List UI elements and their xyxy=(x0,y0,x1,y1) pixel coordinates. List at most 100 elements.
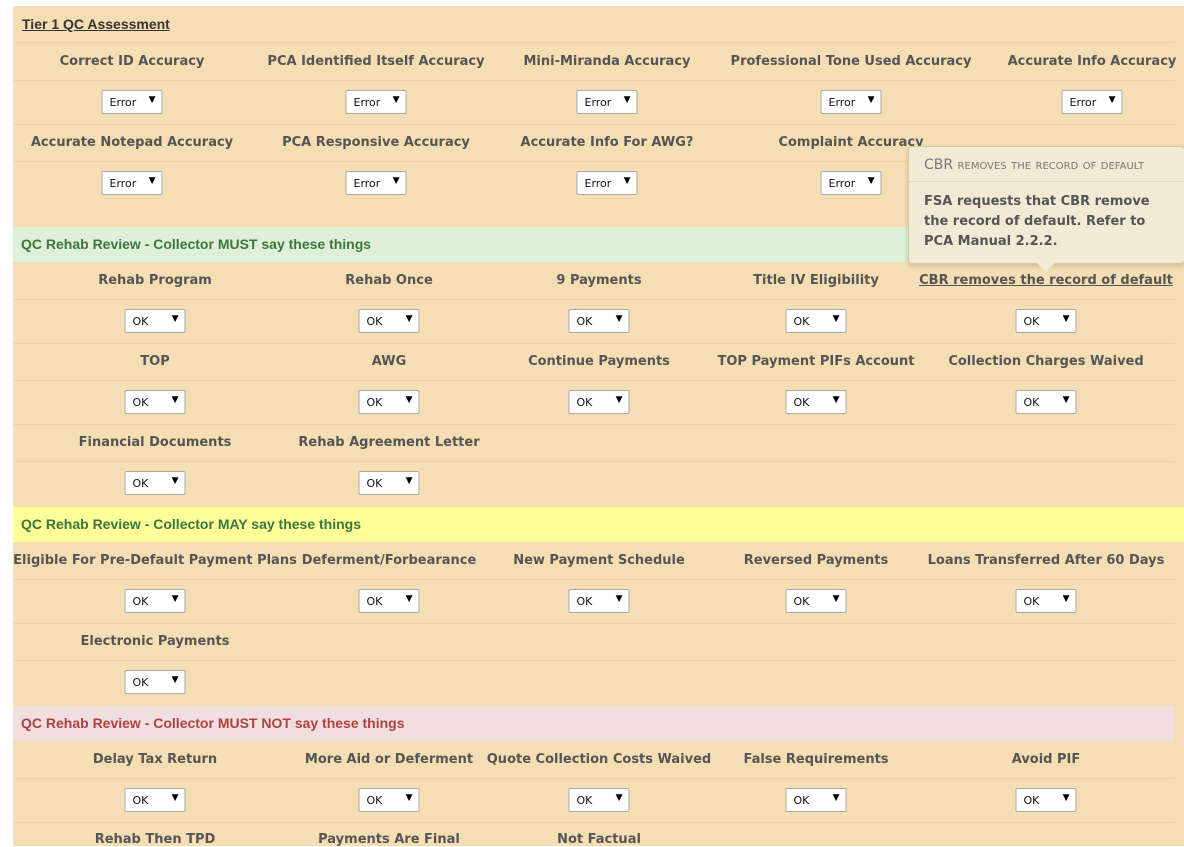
select-loans-transferred[interactable]: OK ▼ xyxy=(1015,589,1077,613)
section-header-may: QC Rehab Review - Collector MAY say thes… xyxy=(13,507,1184,542)
select-value: OK xyxy=(366,395,383,409)
label-rehab-then-tpd: Rehab Then TPD xyxy=(94,832,216,847)
select-value: OK xyxy=(132,314,149,328)
label-accurate-notepad: Accurate Notepad Accuracy xyxy=(30,135,234,150)
label-delay-tax-return: Delay Tax Return xyxy=(92,752,218,767)
caret-down-icon: ▼ xyxy=(405,314,413,324)
select-financial-documents[interactable]: OK ▼ xyxy=(124,471,186,495)
tier1-title: Tier 1 QC Assessment xyxy=(22,16,170,32)
caret-down-icon: ▼ xyxy=(405,594,413,604)
select-rehab-program[interactable]: OK ▼ xyxy=(124,309,186,333)
select-professional-tone[interactable]: Error ▼ xyxy=(820,90,882,114)
select-title-iv[interactable]: OK ▼ xyxy=(785,309,847,333)
select-awg[interactable]: OK ▼ xyxy=(358,390,420,414)
select-value: OK xyxy=(576,314,593,328)
caret-down-icon: ▼ xyxy=(148,95,156,105)
cbr-popover: CBR removes the record of default FSA re… xyxy=(908,146,1184,272)
label-top-payment-pif: TOP Payment PIFs Account xyxy=(717,354,915,369)
select-value: Error xyxy=(828,95,856,109)
select-false-requirements[interactable]: OK ▼ xyxy=(785,788,847,812)
select-top-payment-pif[interactable]: OK ▼ xyxy=(785,390,847,414)
select-rehab-once[interactable]: OK ▼ xyxy=(358,309,420,333)
label-top: TOP xyxy=(140,354,170,369)
divider xyxy=(13,380,1174,381)
caret-down-icon: ▼ xyxy=(405,476,413,486)
select-reversed-payments[interactable]: OK ▼ xyxy=(785,589,847,613)
label-correct-id: Correct ID Accuracy xyxy=(59,54,205,69)
select-deferment-forbearance[interactable]: OK ▼ xyxy=(358,589,420,613)
caret-down-icon: ▼ xyxy=(392,176,400,186)
select-value: OK xyxy=(366,314,383,328)
select-accurate-info-awg[interactable]: Error ▼ xyxy=(576,171,638,195)
label-reversed-payments: Reversed Payments xyxy=(743,553,889,568)
popover-title: CBR removes the record of default xyxy=(909,147,1184,182)
select-complaint[interactable]: Error ▼ xyxy=(820,171,882,195)
select-value: OK xyxy=(1023,314,1040,328)
select-value: OK xyxy=(132,395,149,409)
select-collection-charges[interactable]: OK ▼ xyxy=(1015,390,1077,414)
select-avoid-pif[interactable]: OK ▼ xyxy=(1015,788,1077,812)
select-cbr[interactable]: OK ▼ xyxy=(1015,309,1077,333)
select-value: OK xyxy=(1023,793,1040,807)
select-pca-identified[interactable]: Error ▼ xyxy=(345,90,407,114)
select-value: Error xyxy=(1069,95,1097,109)
caret-down-icon: ▼ xyxy=(148,176,156,186)
label-professional-tone: Professional Tone Used Accuracy xyxy=(730,54,972,69)
caret-down-icon: ▼ xyxy=(615,793,623,803)
select-top[interactable]: OK ▼ xyxy=(124,390,186,414)
label-rehab-program: Rehab Program xyxy=(98,273,212,288)
caret-down-icon: ▼ xyxy=(832,594,840,604)
select-value: OK xyxy=(132,594,149,608)
caret-down-icon: ▼ xyxy=(832,314,840,324)
label-title-iv: Title IV Eligibility xyxy=(753,273,879,288)
select-value: OK xyxy=(576,395,593,409)
caret-down-icon: ▼ xyxy=(1062,594,1070,604)
caret-down-icon: ▼ xyxy=(171,793,179,803)
label-rehab-agreement: Rehab Agreement Letter xyxy=(298,435,480,450)
select-accurate-info[interactable]: Error ▼ xyxy=(1061,90,1123,114)
caret-down-icon: ▼ xyxy=(1062,793,1070,803)
divider xyxy=(13,343,1174,344)
label-quote-collection-costs: Quote Collection Costs Waived xyxy=(486,752,712,767)
divider xyxy=(13,822,1174,823)
divider xyxy=(13,660,1174,661)
label-accurate-info-awg: Accurate Info For AWG? xyxy=(520,135,694,150)
caret-down-icon: ▼ xyxy=(171,476,179,486)
label-not-factual: Not Factual xyxy=(557,832,641,847)
label-avoid-pif: Avoid PIF xyxy=(1011,752,1081,767)
select-new-payment-schedule[interactable]: OK ▼ xyxy=(568,589,630,613)
select-more-aid[interactable]: OK ▼ xyxy=(358,788,420,812)
select-value: OK xyxy=(1023,395,1040,409)
label-cbr-link[interactable]: CBR removes the record of default xyxy=(919,273,1173,288)
select-value: OK xyxy=(576,793,593,807)
label-awg: AWG xyxy=(371,354,407,369)
label-new-payment-schedule: New Payment Schedule xyxy=(513,553,685,568)
select-value: OK xyxy=(132,675,149,689)
select-accurate-notepad[interactable]: Error ▼ xyxy=(101,171,163,195)
divider xyxy=(13,461,1174,462)
divider xyxy=(13,623,1174,624)
popover-body: FSA requests that CBR remove the record … xyxy=(924,194,1150,249)
select-quote-collection-costs[interactable]: OK ▼ xyxy=(568,788,630,812)
select-9-payments[interactable]: OK ▼ xyxy=(568,309,630,333)
select-value: Error xyxy=(353,176,381,190)
caret-down-icon: ▼ xyxy=(171,594,179,604)
select-continue-payments[interactable]: OK ▼ xyxy=(568,390,630,414)
select-value: Error xyxy=(109,176,137,190)
select-value: OK xyxy=(793,594,810,608)
select-pre-default-plans[interactable]: OK ▼ xyxy=(124,589,186,613)
select-mini-miranda[interactable]: Error ▼ xyxy=(576,90,638,114)
select-electronic-payments[interactable]: OK ▼ xyxy=(124,670,186,694)
label-pca-responsive: PCA Responsive Accuracy xyxy=(282,135,470,150)
select-value: OK xyxy=(132,476,149,490)
select-value: OK xyxy=(576,594,593,608)
caret-down-icon: ▼ xyxy=(832,793,840,803)
select-delay-tax-return[interactable]: OK ▼ xyxy=(124,788,186,812)
caret-down-icon: ▼ xyxy=(867,95,875,105)
select-value: OK xyxy=(793,793,810,807)
select-value: OK xyxy=(132,793,149,807)
select-value: OK xyxy=(793,395,810,409)
select-rehab-agreement[interactable]: OK ▼ xyxy=(358,471,420,495)
select-pca-responsive[interactable]: Error ▼ xyxy=(345,171,407,195)
select-correct-id[interactable]: Error ▼ xyxy=(101,90,163,114)
